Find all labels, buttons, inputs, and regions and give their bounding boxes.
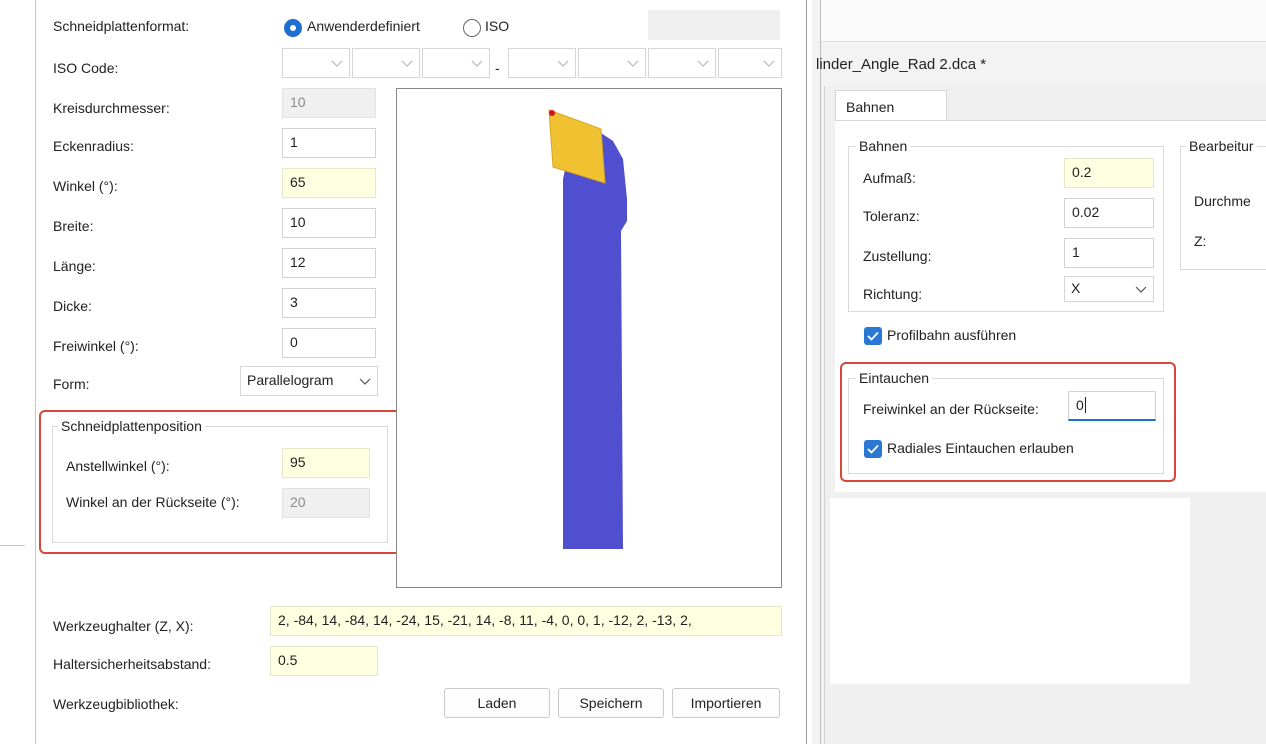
iso-combo-7[interactable] xyxy=(718,48,782,78)
aufmass-label: Aufmaß: xyxy=(863,170,916,186)
left-dialog-outer-mark xyxy=(0,545,25,546)
radio-anwenderdefiniert[interactable] xyxy=(284,19,302,37)
laenge-label: Länge: xyxy=(53,258,96,274)
winkel-field[interactable]: 65 xyxy=(282,168,376,198)
aufmass-field[interactable]: 0.2 xyxy=(1064,158,1154,188)
iso-combo-6[interactable] xyxy=(648,48,716,78)
eckenradius-field[interactable]: 1 xyxy=(282,128,376,158)
right-window: linder_Angle_Rad 2.dca * Bahnen Bahnen A… xyxy=(812,0,1266,744)
freiwinkel-label: Freiwinkel (°): xyxy=(53,338,139,354)
werkzeughalter-field[interactable]: 2, -84, 14, -84, 14, -24, 15, -21, 14, -… xyxy=(270,606,782,636)
tool-preview-canvas xyxy=(548,109,627,549)
haltersicherheitsabstand-field[interactable]: 0.5 xyxy=(270,646,378,676)
left-dialog: Schneidplattenformat: Anwenderdefiniert … xyxy=(0,0,812,744)
werkzeugbibliothek-label: Werkzeugbibliothek: xyxy=(53,696,179,712)
z-label: Z: xyxy=(1194,233,1207,249)
right-window-topbar xyxy=(821,0,1266,42)
richtung-select[interactable]: X xyxy=(1064,276,1154,302)
importieren-button[interactable]: Importieren xyxy=(672,688,780,718)
bahnen-group-title: Bahnen xyxy=(856,138,911,154)
breite-field[interactable]: 10 xyxy=(282,208,376,238)
highlight-eintauchen xyxy=(840,362,1176,482)
form-label: Form: xyxy=(53,376,90,392)
speichern-button[interactable]: Speichern xyxy=(558,688,664,718)
radio-iso[interactable] xyxy=(463,19,481,37)
kreisdurchmesser-label: Kreisdurchmesser: xyxy=(53,100,170,116)
chevron-down-icon xyxy=(1135,286,1147,293)
blank-region xyxy=(830,498,1190,684)
toleranz-field[interactable]: 0.02 xyxy=(1064,198,1154,228)
cutting-insert xyxy=(548,109,606,184)
richtung-label: Richtung: xyxy=(863,286,923,302)
laenge-field[interactable]: 12 xyxy=(282,248,376,278)
laden-button[interactable]: Laden xyxy=(444,688,550,718)
tool-preview-panel xyxy=(396,88,782,588)
winkel-label: Winkel (°): xyxy=(53,178,118,194)
iso-combo-4[interactable] xyxy=(508,48,576,78)
iso-combo-5[interactable] xyxy=(578,48,646,78)
dicke-field[interactable]: 3 xyxy=(282,288,376,318)
durchmesser-label: Durchme xyxy=(1194,193,1251,209)
radio-iso-label[interactable]: ISO xyxy=(485,18,509,34)
iso-combo-2[interactable] xyxy=(352,48,420,78)
haltersicherheitsabstand-label: Haltersicherheitsabstand: xyxy=(53,656,211,672)
iso-combo-1[interactable] xyxy=(282,48,350,78)
breite-label: Breite: xyxy=(53,218,94,234)
kreisdurchmesser-field[interactable]: 10 xyxy=(282,88,376,118)
right-window-inner-border xyxy=(820,0,821,744)
iso-preview-box xyxy=(648,10,780,40)
insert-corner-point xyxy=(549,110,555,116)
schneidplattenformat-label: Schneidplattenformat: xyxy=(53,18,190,34)
profilbahn-label[interactable]: Profilbahn ausführen xyxy=(887,327,1016,343)
document-title: linder_Angle_Rad 2.dca * xyxy=(816,56,987,73)
dicke-label: Dicke: xyxy=(53,298,92,314)
left-dialog-border xyxy=(35,0,36,744)
chevron-down-icon xyxy=(359,378,371,385)
richtung-select-value: X xyxy=(1071,280,1081,296)
zustellung-field[interactable]: 1 xyxy=(1064,238,1154,268)
zustellung-label: Zustellung: xyxy=(863,248,932,264)
tool-holder xyxy=(563,133,627,549)
eckenradius-label: Eckenradius: xyxy=(53,138,134,154)
iso-code-label: ISO Code: xyxy=(53,60,119,76)
tab-bahnen-label: Bahnen xyxy=(846,99,895,115)
form-select[interactable]: Parallelogram xyxy=(240,366,378,396)
werkzeughalter-label: Werkzeughalter (Z, X): xyxy=(53,618,194,634)
radio-anwenderdefiniert-label[interactable]: Anwenderdefiniert xyxy=(307,18,420,34)
bearbeitung-group-title: Bearbeitur xyxy=(1186,138,1257,154)
iso-code-separator: - xyxy=(495,60,500,76)
form-select-value: Parallelogram xyxy=(247,372,334,388)
highlight-schneidplattenposition xyxy=(39,410,409,554)
left-dialog-right-border xyxy=(806,0,807,744)
toleranz-label: Toleranz: xyxy=(863,208,920,224)
iso-combo-3[interactable] xyxy=(422,48,490,78)
freiwinkel-field[interactable]: 0 xyxy=(282,328,376,358)
check-icon xyxy=(867,331,879,341)
profilbahn-checkbox[interactable] xyxy=(864,327,882,345)
tab-bahnen[interactable]: Bahnen xyxy=(835,90,947,120)
